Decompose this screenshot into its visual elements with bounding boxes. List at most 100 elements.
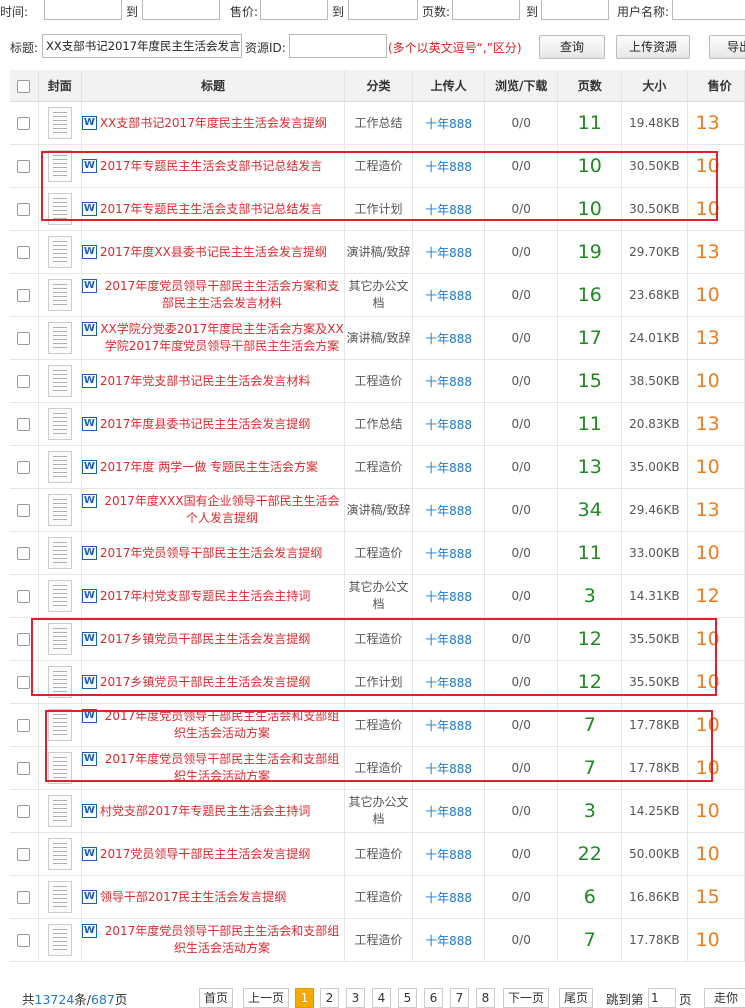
time-end-input[interactable] xyxy=(142,0,220,20)
row-title-link[interactable]: 2017年度XXX国有企业领导干部民主生活会个人发言提纲 xyxy=(100,493,344,527)
cover-thumbnail[interactable] xyxy=(47,322,72,354)
row-title-link[interactable]: 2017年度党员领导干部民主生活会方案和支部民主生活会发言材料 xyxy=(100,278,344,312)
row-title-link[interactable]: XX支部书记2017年度民主生活会发言提纲 xyxy=(100,115,327,132)
cover-thumbnail[interactable] xyxy=(47,795,72,827)
row-uploader-link[interactable]: 十年888 xyxy=(412,875,486,919)
first-page-button[interactable]: 首页 xyxy=(199,988,233,1008)
row-select-cell[interactable] xyxy=(10,531,39,575)
upload-resource-button[interactable]: 上传资源 xyxy=(616,35,690,59)
row-checkbox[interactable] xyxy=(17,332,31,345)
row-checkbox[interactable] xyxy=(17,547,31,560)
row-select-cell[interactable] xyxy=(10,230,39,274)
jump-page-input[interactable]: 1 xyxy=(648,988,676,1008)
row-title-link[interactable]: 2017年党支部书记民主生活会发言材料 xyxy=(100,373,311,390)
page-5[interactable]: 5 xyxy=(398,988,417,1008)
title-input[interactable]: XX支部书记2017年度民主生活会发言 xyxy=(42,34,242,58)
cover-thumbnail[interactable] xyxy=(47,365,72,397)
cover-thumbnail[interactable] xyxy=(47,150,72,182)
select-all-header[interactable] xyxy=(10,70,39,102)
row-uploader-link[interactable]: 十年888 xyxy=(412,316,486,360)
query-button[interactable]: 查询 xyxy=(539,35,605,59)
row-title-link[interactable]: 领导干部2017民主生活会发言提纲 xyxy=(100,889,287,906)
row-uploader-link[interactable]: 十年888 xyxy=(412,273,486,317)
row-title-link[interactable]: 2017年度党员领导干部民主生活会和支部组织生活会活动方案 xyxy=(100,923,344,957)
row-checkbox[interactable] xyxy=(17,762,31,775)
row-uploader-link[interactable]: 十年888 xyxy=(412,789,486,833)
page-7[interactable]: 7 xyxy=(450,988,469,1008)
row-uploader-link[interactable]: 十年888 xyxy=(412,359,486,403)
select-all-checkbox[interactable] xyxy=(17,79,31,93)
page-8[interactable]: 8 xyxy=(476,988,495,1008)
row-checkbox[interactable] xyxy=(17,848,31,861)
row-title-link[interactable]: 2017年专题民主生活会支部书记总结发言 xyxy=(100,201,323,218)
page-2[interactable]: 2 xyxy=(320,988,339,1008)
row-checkbox[interactable] xyxy=(17,160,31,173)
page-3[interactable]: 3 xyxy=(346,988,365,1008)
row-checkbox[interactable] xyxy=(17,461,31,474)
cover-thumbnail[interactable] xyxy=(47,408,72,440)
row-title-link[interactable]: 村党支部2017年专题民主生活会主持词 xyxy=(100,803,311,820)
row-select-cell[interactable] xyxy=(10,316,39,360)
row-select-cell[interactable] xyxy=(10,402,39,446)
row-checkbox[interactable] xyxy=(17,418,31,431)
row-select-cell[interactable] xyxy=(10,617,39,661)
row-title-link[interactable]: 2017乡镇党员干部民主生活会发言提纲 xyxy=(100,674,311,691)
row-title-link[interactable]: 2017乡镇党员干部民主生活会发言提纲 xyxy=(100,631,311,648)
row-checkbox[interactable] xyxy=(17,289,31,302)
row-select-cell[interactable] xyxy=(10,875,39,919)
export-button[interactable]: 导出 xyxy=(709,35,745,59)
next-page-button[interactable]: 下一页 xyxy=(503,988,549,1008)
row-checkbox[interactable] xyxy=(17,590,31,603)
row-uploader-link[interactable]: 十年888 xyxy=(412,488,486,532)
username-input[interactable] xyxy=(672,0,745,20)
time-start-input[interactable] xyxy=(44,0,122,20)
row-checkbox[interactable] xyxy=(17,891,31,904)
pages-min-input[interactable] xyxy=(452,0,520,20)
page-1[interactable]: 1 xyxy=(295,988,314,1008)
row-title-link[interactable]: 2017年度党员领导干部民主生活会和支部组织生活会活动方案 xyxy=(100,708,344,742)
row-title-link[interactable]: 2017年党员领导干部民主生活会发言提纲 xyxy=(100,545,323,562)
cover-thumbnail[interactable] xyxy=(47,193,72,225)
cover-thumbnail[interactable] xyxy=(47,451,72,483)
cover-thumbnail[interactable] xyxy=(47,580,72,612)
resource-id-input[interactable] xyxy=(289,34,387,58)
cover-thumbnail[interactable] xyxy=(47,279,72,311)
row-title-link[interactable]: 2017年度党员领导干部民主生活会和支部组织生活会活动方案 xyxy=(100,751,344,785)
row-checkbox[interactable] xyxy=(17,676,31,689)
row-uploader-link[interactable]: 十年888 xyxy=(412,746,486,790)
cover-thumbnail[interactable] xyxy=(47,107,72,139)
row-title-link[interactable]: 2017年度县委书记民主生活会发言提纲 xyxy=(100,416,311,433)
row-select-cell[interactable] xyxy=(10,746,39,790)
row-uploader-link[interactable]: 十年888 xyxy=(412,617,486,661)
row-uploader-link[interactable]: 十年888 xyxy=(412,832,486,876)
row-uploader-link[interactable]: 十年888 xyxy=(412,445,486,489)
cover-thumbnail[interactable] xyxy=(47,666,72,698)
pages-max-input[interactable] xyxy=(541,0,609,20)
row-checkbox[interactable] xyxy=(17,805,31,818)
row-select-cell[interactable] xyxy=(10,918,39,962)
row-uploader-link[interactable]: 十年888 xyxy=(412,574,486,618)
row-uploader-link[interactable]: 十年888 xyxy=(412,660,486,704)
cover-thumbnail[interactable] xyxy=(47,838,72,870)
last-page-button[interactable]: 尾页 xyxy=(559,988,593,1008)
row-checkbox[interactable] xyxy=(17,633,31,646)
row-select-cell[interactable] xyxy=(10,144,39,188)
go-button[interactable]: 走你 xyxy=(704,988,745,1008)
row-uploader-link[interactable]: 十年888 xyxy=(412,918,486,962)
row-title-link[interactable]: XX学院分党委2017年度民主生活会方案及XX学院2017年度党员领导干部民主生… xyxy=(100,321,343,355)
row-title-link[interactable]: 2017党员领导干部民主生活会发言提纲 xyxy=(100,846,311,863)
row-title-link[interactable]: 2017年村党支部专题民主生活会主持词 xyxy=(100,588,311,605)
row-uploader-link[interactable]: 十年888 xyxy=(412,144,486,188)
row-uploader-link[interactable]: 十年888 xyxy=(412,703,486,747)
cover-thumbnail[interactable] xyxy=(47,924,72,956)
row-checkbox[interactable] xyxy=(17,719,31,732)
cover-thumbnail[interactable] xyxy=(47,494,72,526)
row-select-cell[interactable] xyxy=(10,488,39,532)
row-uploader-link[interactable]: 十年888 xyxy=(412,531,486,575)
cover-thumbnail[interactable] xyxy=(47,623,72,655)
row-uploader-link[interactable]: 十年888 xyxy=(412,230,486,274)
price-min-input[interactable] xyxy=(260,0,328,20)
cover-thumbnail[interactable] xyxy=(47,236,72,268)
row-checkbox[interactable] xyxy=(17,375,31,388)
prev-page-button[interactable]: 上一页 xyxy=(243,988,289,1008)
